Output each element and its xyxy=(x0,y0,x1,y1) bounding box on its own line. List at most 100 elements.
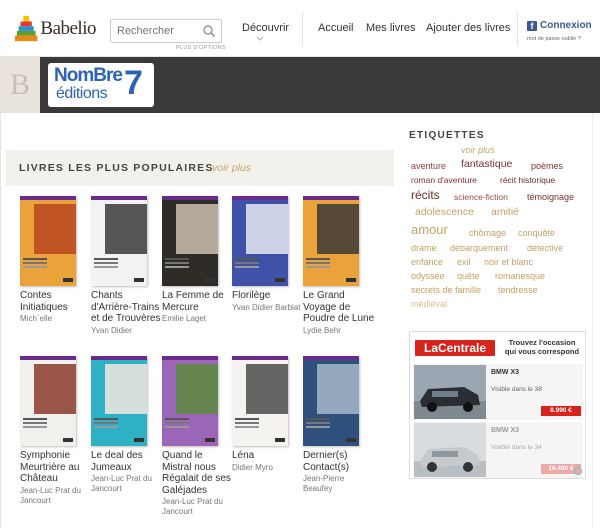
car-price[interactable]: 8.990 € xyxy=(541,406,581,416)
book-title-text[interactable]: Contes Initiatiques xyxy=(20,290,92,313)
adchoices-icon[interactable] xyxy=(574,467,582,475)
book-title-text[interactable]: Florilège xyxy=(232,290,304,302)
book-author[interactable]: Yvan Didier Barbiat xyxy=(232,303,304,313)
tag-link[interactable]: amour xyxy=(411,223,448,236)
book-cover[interactable] xyxy=(232,196,288,286)
book-author[interactable]: Jean-Luc Prat du Jancourt xyxy=(91,474,163,494)
car-photo[interactable] xyxy=(414,365,486,419)
cover-stripe xyxy=(232,356,288,360)
tag-link[interactable]: fantastique xyxy=(461,158,512,170)
tag-link[interactable]: tendresse xyxy=(498,284,538,296)
book-title-text[interactable]: Le deal des Jumeaux xyxy=(91,450,163,473)
lacentrale-logo[interactable]: LaCentrale xyxy=(415,340,495,356)
book-title-text[interactable]: Dernier(s) Contact(s) xyxy=(303,450,375,473)
tag-link[interactable]: aventure xyxy=(411,160,446,172)
tag-link[interactable]: conquête xyxy=(518,227,555,239)
book-title[interactable]: Le deal des Jumeaux Jean-Luc Prat du Janc… xyxy=(91,450,163,494)
book-author[interactable]: Jean-Luc Prat du Jancourt xyxy=(20,486,92,506)
tag-link[interactable]: poèmes xyxy=(531,160,563,172)
tag-link[interactable]: quête xyxy=(457,270,480,282)
book-cover[interactable] xyxy=(91,196,147,286)
search-icon[interactable] xyxy=(202,24,216,38)
cover-publisher-mark xyxy=(205,278,215,282)
forgot-password-link[interactable]: mot de passe oublié ? xyxy=(527,36,581,42)
connexion-link[interactable]: Connexion xyxy=(540,20,592,31)
tag-link[interactable]: débarquement xyxy=(450,242,508,254)
book-cover[interactable] xyxy=(20,196,76,286)
publisher-logo[interactable]: NomBre éditions 7 xyxy=(48,63,154,107)
tag-link[interactable]: médiéval xyxy=(411,298,447,310)
cover-text-lines xyxy=(94,258,118,260)
tag-link[interactable]: secrets de famille xyxy=(411,284,481,296)
car-listing[interactable]: BMW X3 Visible dans le 38 8.990 € xyxy=(413,364,583,420)
nav-accueil[interactable]: Accueil xyxy=(318,22,353,34)
car-photo[interactable] xyxy=(414,423,486,477)
book-author[interactable]: Jean-Luc Prat du Jancourt xyxy=(162,497,234,517)
tag-link[interactable]: détective xyxy=(527,242,563,254)
tag-link[interactable]: odyssée xyxy=(411,270,445,282)
book-title-text[interactable]: Chants d'Arrière-Trains et de Trouvères xyxy=(91,290,163,325)
book-author[interactable]: Lydie Behr xyxy=(303,326,375,336)
tag-link[interactable]: science-fiction xyxy=(454,191,508,203)
tag-link[interactable]: adolescence xyxy=(415,206,474,218)
search-input[interactable] xyxy=(111,20,199,42)
book-title-text[interactable]: Symphonie Meurtrière au Château xyxy=(20,450,92,485)
tag-link[interactable]: drame xyxy=(411,242,437,254)
ad-tagline: Trouvez l'occasion qui vous correspond xyxy=(504,338,580,356)
book-author[interactable]: Jean-Pierre Beaufey xyxy=(303,474,375,494)
book-title[interactable]: Léna Didier Myro xyxy=(232,450,304,473)
book-cover[interactable] xyxy=(162,196,218,286)
book-cover[interactable] xyxy=(303,196,359,286)
site-header: Babelio PLUS D'OPTIONS Découvrir Accueil… xyxy=(0,0,600,57)
publisher-banner: B NomBre éditions 7 xyxy=(0,57,600,113)
tag-link[interactable]: exil xyxy=(457,256,471,268)
book-author[interactable]: Didier Myro xyxy=(232,463,304,473)
book-title[interactable]: Contes Initiatiques Mich`elle xyxy=(20,290,92,324)
book-title[interactable]: Florilège Yvan Didier Barbiat xyxy=(232,290,304,313)
book-title[interactable]: Chants d'Arrière-Trains et de Trouvères Y… xyxy=(91,290,163,336)
tag-link[interactable]: témoignage xyxy=(527,191,574,203)
nav-ajouter-livres[interactable]: Ajouter des livres xyxy=(426,22,510,34)
tag-link[interactable]: romanesque xyxy=(495,270,545,282)
babelio-logo[interactable]: Babelio xyxy=(14,12,96,46)
nav-decouvrir[interactable]: Découvrir xyxy=(242,22,289,34)
book-cover[interactable] xyxy=(20,356,76,446)
book-title-text[interactable]: Le Grand Voyage de Poudre de Lune xyxy=(303,290,375,325)
book-author[interactable]: Yvan Didier xyxy=(91,326,163,336)
lacentrale-ad[interactable]: LaCentrale Trouvez l'occasion qui vous c… xyxy=(409,331,586,479)
plus-options-link[interactable]: PLUS D'OPTIONS xyxy=(176,45,226,51)
book-cover[interactable] xyxy=(303,356,359,446)
banner-initial: B xyxy=(0,57,40,113)
book-title[interactable]: Symphonie Meurtrière au Château Jean-Luc … xyxy=(20,450,92,506)
book-title-text[interactable]: Quand le Mistral nous Régalait de ses Ga… xyxy=(162,450,234,496)
tag-link[interactable]: récit historique xyxy=(500,174,555,186)
book-cover[interactable] xyxy=(232,356,288,446)
book-title-text[interactable]: La Femme de Mercure xyxy=(162,290,234,313)
tag-link[interactable]: chômage xyxy=(469,227,506,239)
logo-text: Babelio xyxy=(40,18,96,39)
book-title[interactable]: Quand le Mistral nous Régalait de ses Ga… xyxy=(162,450,234,517)
search-box[interactable] xyxy=(110,19,222,43)
cover-stripe xyxy=(303,196,359,200)
nav-divider xyxy=(517,12,518,46)
book-title[interactable]: Le Grand Voyage de Poudre de Lune Lydie B… xyxy=(303,290,375,336)
book-title-text[interactable]: Léna xyxy=(232,450,304,462)
tag-link[interactable]: récits xyxy=(411,189,440,201)
voir-plus-link[interactable]: voir plus xyxy=(212,162,251,174)
car-listing[interactable]: BMW X3 Visible dans le 34 16.490 € xyxy=(413,422,583,478)
book-title[interactable]: La Femme de Mercure Emilie Laget xyxy=(162,290,234,324)
nav-mes-livres[interactable]: Mes livres xyxy=(366,22,416,34)
book-author[interactable]: Emilie Laget xyxy=(162,314,234,324)
chevron-down-icon[interactable] xyxy=(256,36,264,42)
tag-link[interactable]: amitié xyxy=(491,206,519,218)
tag-link[interactable]: noir et blanc xyxy=(484,256,533,268)
book-cover[interactable] xyxy=(162,356,218,446)
facebook-icon[interactable]: f xyxy=(527,21,537,31)
tag-link[interactable]: enfance xyxy=(411,256,443,268)
book-author[interactable]: Mich`elle xyxy=(20,314,92,324)
etiquettes-title: ETIQUETTES xyxy=(409,130,485,141)
etiquettes-voir-plus[interactable]: voir plus xyxy=(461,144,495,156)
book-title[interactable]: Dernier(s) Contact(s) Jean-Pierre Beaufey xyxy=(303,450,375,494)
tag-link[interactable]: roman d'aventure xyxy=(411,174,477,186)
book-cover[interactable] xyxy=(91,356,147,446)
